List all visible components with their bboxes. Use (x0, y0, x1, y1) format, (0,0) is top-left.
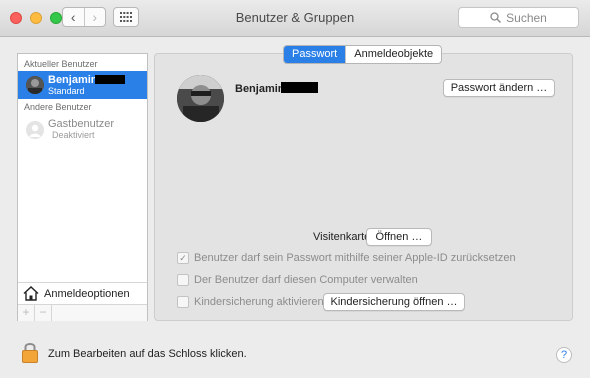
user-full-name: Benjamin (235, 83, 285, 95)
redaction-bar (95, 75, 125, 84)
reset-password-checkbox[interactable]: ✓ (177, 252, 189, 264)
add-remove-bar: + − (18, 304, 147, 321)
parental-controls-label: Kindersicherung aktivieren (194, 296, 324, 308)
open-vcard-button[interactable]: Öffnen … (366, 228, 432, 246)
admin-label: Der Benutzer darf diesen Computer verwal… (194, 274, 418, 286)
tab-bar: Passwort Anmeldeobjekte (283, 45, 443, 64)
user-picture[interactable] (177, 75, 224, 122)
other-users-header: Andere Benutzer (24, 102, 92, 112)
reset-password-option: ✓ Benutzer darf sein Passwort mithilfe s… (177, 252, 516, 264)
user-avatar (26, 76, 44, 94)
sidebar-item-guest-user[interactable]: Gastbenutzer Deaktiviert (18, 116, 147, 144)
sidebar-item-current-user[interactable]: Benjamin Standard (18, 71, 147, 99)
search-icon (490, 12, 502, 23)
remove-user-button[interactable]: − (35, 305, 52, 321)
search-placeholder: Suchen (506, 10, 547, 25)
redaction-bar (281, 82, 318, 93)
current-user-header: Aktueller Benutzer (24, 59, 98, 69)
add-user-button[interactable]: + (18, 305, 35, 321)
login-options-label: Anmeldeoptionen (44, 287, 130, 300)
lock-message: Zum Bearbeiten auf das Schloss klicken. (48, 348, 247, 360)
vcard-label: Visitenkarte: (313, 231, 374, 243)
parental-controls-option: Kindersicherung aktivieren (177, 296, 324, 308)
parental-controls-checkbox[interactable] (177, 296, 189, 308)
admin-option: Der Benutzer darf diesen Computer verwal… (177, 274, 418, 286)
reset-password-label: Benutzer darf sein Passwort mithilfe sei… (194, 252, 516, 264)
search-field[interactable]: Suchen (458, 7, 579, 28)
guest-avatar-icon (26, 121, 44, 139)
toolbar: ‹ › Benutzer & Gruppen Suchen (0, 0, 590, 37)
change-password-button[interactable]: Passwort ändern … (443, 79, 555, 97)
current-user-name: Benjamin (48, 74, 98, 86)
open-parental-controls-button[interactable]: Kindersicherung öffnen … (323, 293, 465, 311)
login-options-item[interactable]: Anmeldeoptionen (18, 282, 147, 304)
lock-icon (22, 343, 38, 363)
admin-checkbox[interactable] (177, 274, 189, 286)
guest-user-role: Deaktiviert (52, 130, 95, 140)
window: ‹ › Benutzer & Gruppen Suchen Aktueller … (0, 0, 590, 378)
lock-button[interactable] (22, 341, 38, 363)
tab-login-items[interactable]: Anmeldeobjekte (345, 46, 441, 63)
current-user-role: Standard (48, 86, 85, 96)
house-icon (23, 286, 39, 301)
help-button[interactable]: ? (556, 347, 572, 363)
tab-password[interactable]: Passwort (284, 46, 346, 63)
guest-user-name: Gastbenutzer (48, 118, 115, 130)
users-sidebar: Aktueller Benutzer Benjamin Standard And… (17, 53, 148, 321)
